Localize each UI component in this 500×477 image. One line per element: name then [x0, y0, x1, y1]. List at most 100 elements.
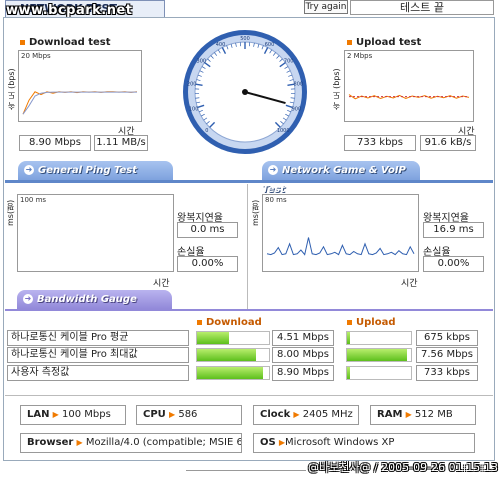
download-bar-value: 8.90 Mbps [272, 365, 334, 381]
download-title: Download test [20, 37, 111, 48]
game-latency-series [266, 237, 415, 256]
game-graph: 80 ms [262, 194, 419, 272]
upload-bar-track [346, 331, 412, 345]
section-divider [5, 180, 493, 183]
gauge-label: 500 [240, 36, 250, 42]
bandwidth-download-header: Download [197, 317, 262, 328]
gauge-label: 300 [197, 58, 207, 64]
triangle-icon: ▶ [405, 410, 412, 419]
upload-header-text: Upload [356, 317, 396, 328]
browser-info: Browser ▶ Mozilla/4.0 (compatible; MSIE … [20, 433, 242, 453]
download-bar-track [196, 331, 270, 345]
game-loss-value: 0.00% [423, 256, 484, 272]
tab-network-game-voip-test[interactable]: ➜ Network Game & VoIP Test [262, 161, 420, 195]
upload-bar-fill [347, 367, 351, 379]
arrow-right-icon: ➜ [24, 165, 34, 175]
triangle-icon: ▶ [76, 438, 83, 447]
upload-title: Upload test [347, 37, 421, 48]
bullet-icon [20, 39, 25, 45]
gauge-label: 1000 [277, 128, 290, 134]
bandwidth-row-label: 하나로통신 케이블 Pro 평균 [7, 330, 189, 346]
bandwidth-row-label: 하나로통신 케이블 Pro 최대값 [7, 347, 189, 363]
tab-bandwidth-gauge[interactable]: ➜ Bandwidth Gauge [17, 290, 172, 309]
gauge-label: 0 [205, 128, 208, 134]
tab-bandwidth-label: Bandwidth Gauge [37, 294, 137, 305]
gauge-hub [242, 89, 248, 95]
ping-time-label: 시간 [153, 279, 170, 289]
gauge-label: 700 [284, 58, 294, 64]
footer-signature: @바보천사@ / 2005-09-26 01:15:13 [307, 461, 498, 474]
upload-speed-Bps: 91.6 kB/s [420, 135, 476, 151]
gauge-label: 600 [265, 42, 275, 48]
bullet-icon [347, 319, 352, 325]
download-speed-bps: 8.90 Mbps [19, 135, 91, 151]
upload-bar-value: 7.56 Mbps [416, 347, 478, 363]
download-series-average [22, 91, 137, 115]
arrow-right-icon: ➜ [268, 165, 278, 175]
os-info: OS ▶Microsoft Windows XP [253, 433, 475, 453]
download-bar-fill [197, 349, 257, 361]
ping-y-axis-label: ms(평) [6, 199, 15, 226]
browser-value: Mozilla/4.0 (compatible; MSIE 6.0 [85, 437, 242, 448]
upload-bar-fill [347, 332, 351, 344]
game-time-label: 시간 [401, 279, 418, 289]
watermark: www.bcpark.net [6, 3, 133, 18]
upload-bar-value: 733 kbps [416, 365, 478, 381]
download-graph: 20 Mbps [18, 50, 142, 122]
speed-gauge: 0 100 200 300 400 500 600 700 800 900 1000 [183, 30, 307, 154]
upload-bar-track [346, 348, 412, 362]
download-bar-fill [197, 367, 263, 379]
gauge-label: 400 [216, 42, 226, 48]
upload-y-axis-label: 속 도 (bps) [332, 68, 341, 110]
gauge-label: 800 [294, 82, 304, 88]
upload-bar-value: 675 kbps [416, 330, 478, 346]
upload-bar-fill [347, 349, 407, 361]
try-again-button[interactable]: Try again [304, 0, 348, 14]
ram-value: 512 MB [414, 409, 453, 420]
gauge-tick [195, 97, 200, 99]
ram-label: RAM [377, 409, 403, 420]
cpu-value: 586 [178, 409, 198, 420]
os-label: OS [260, 437, 276, 448]
bandwidth-divider [5, 309, 493, 311]
download-bar-value: 4.51 Mbps [272, 330, 334, 346]
triangle-icon: ▶ [293, 410, 300, 419]
download-bar-track [196, 348, 270, 362]
download-bar-fill [197, 332, 230, 344]
game-y-axis-label: ms(평) [251, 199, 260, 226]
lan-label: LAN [27, 409, 50, 420]
triangle-icon: ▶ [52, 410, 59, 419]
upload-bar-track [346, 366, 412, 380]
download-title-text: Download test [29, 37, 111, 48]
download-bar-value: 8.00 Mbps [272, 347, 334, 363]
gauge-label: 100 [189, 107, 199, 113]
arrow-right-icon: ➜ [23, 294, 33, 304]
bullet-icon [197, 319, 202, 325]
os-value: Microsoft Windows XP [285, 437, 395, 448]
info-divider [5, 395, 493, 396]
clock-info: Clock ▶ 2405 MHz [253, 405, 359, 425]
footer-rule [186, 470, 306, 471]
ram-info: RAM ▶ 512 MB [370, 405, 476, 425]
download-speed-Bps: 1.11 MB/s [94, 135, 148, 151]
bandwidth-upload-header: Upload [347, 317, 395, 328]
lan-value: 100 Mbps [62, 409, 111, 420]
gauge-label: 900 [292, 107, 302, 113]
gauge-label: 200 [187, 82, 197, 88]
upload-plot [348, 94, 470, 100]
download-series-actual [22, 91, 138, 115]
tab-general-ping-label: General Ping Test [38, 165, 138, 176]
game-plot [266, 237, 415, 256]
download-y-axis-label: 속 도 (bps) [7, 68, 16, 110]
upload-speed-bps: 733 kbps [344, 135, 416, 151]
bandwidth-row-label: 사용자 측정값 [7, 365, 189, 381]
download-plot [22, 91, 138, 115]
gauge-tick [290, 97, 295, 99]
upload-title-text: Upload test [356, 37, 422, 48]
download-header-text: Download [206, 317, 262, 328]
clock-value: 2405 MHz [302, 409, 353, 420]
cpu-label: CPU [143, 409, 166, 420]
test-end-button[interactable]: 테스트 끝 [350, 0, 494, 15]
tab-general-ping-test[interactable]: ➜ General Ping Test [18, 161, 173, 180]
game-rtt-value: 16.9 ms [423, 222, 484, 238]
